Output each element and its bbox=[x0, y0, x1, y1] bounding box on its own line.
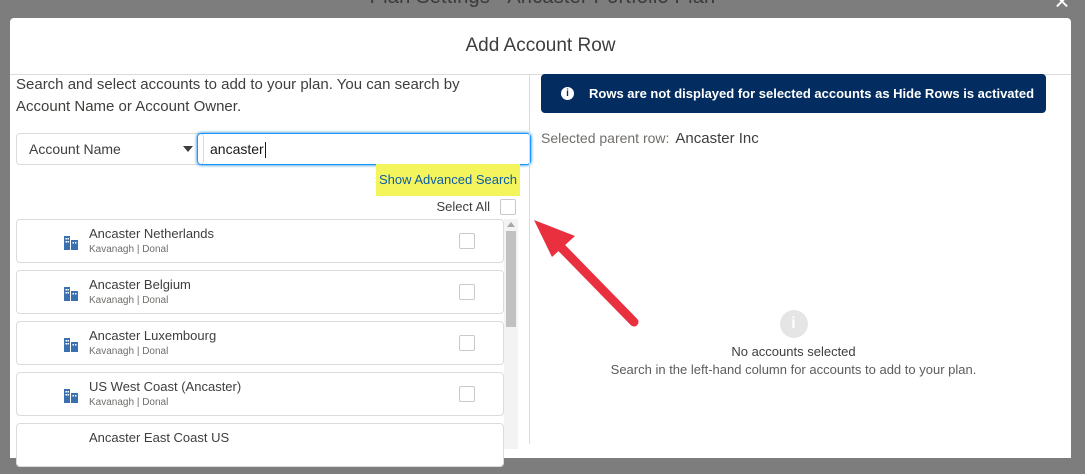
search-field-select-value: Account Name bbox=[29, 141, 121, 157]
parent-row-value: Ancaster Inc bbox=[675, 130, 759, 147]
account-owner: Kavanagh | Donal bbox=[89, 295, 169, 306]
list-item[interactable]: Ancaster Belgium Kavanagh | Donal bbox=[16, 270, 504, 314]
search-input-value: ancaster bbox=[210, 141, 264, 157]
account-building-icon bbox=[64, 389, 78, 403]
list-item[interactable]: US West Coast (Ancaster) Kavanagh | Dona… bbox=[16, 372, 504, 416]
account-checkbox[interactable] bbox=[459, 284, 475, 300]
empty-state-title: No accounts selected bbox=[731, 344, 856, 359]
search-field-select[interactable]: Account Name bbox=[16, 133, 204, 165]
show-advanced-search-link[interactable]: Show Advanced Search bbox=[376, 164, 520, 196]
background-modal-title: Plan Settings - Ancaster Portfolio Plan bbox=[0, 0, 1085, 9]
account-name: Ancaster East Coast US bbox=[89, 430, 230, 445]
selection-column: i Rows are not displayed for selected ac… bbox=[541, 74, 1046, 444]
modal-title: Add Account Row bbox=[10, 18, 1071, 75]
search-column: Search and select accounts to add to you… bbox=[16, 74, 531, 467]
info-icon: i bbox=[561, 87, 574, 100]
account-owner: Kavanagh | Donal bbox=[89, 346, 169, 357]
account-checkbox[interactable] bbox=[459, 335, 475, 351]
hide-rows-banner: i Rows are not displayed for selected ac… bbox=[541, 74, 1046, 113]
list-item[interactable]: Ancaster Netherlands Kavanagh | Donal bbox=[16, 219, 504, 263]
text-cursor bbox=[264, 142, 266, 159]
select-all-checkbox[interactable] bbox=[500, 199, 516, 215]
list-item[interactable]: Ancaster East Coast US bbox=[16, 423, 504, 467]
account-building-icon bbox=[64, 338, 78, 352]
account-results-list: Ancaster Netherlands Kavanagh | Donal An… bbox=[16, 219, 504, 474]
account-building-icon bbox=[64, 287, 78, 301]
selected-parent-row: Selected parent row: Ancaster Inc bbox=[541, 130, 759, 147]
account-name: Ancaster Belgium bbox=[89, 277, 191, 292]
results-scrollbar[interactable] bbox=[504, 219, 518, 449]
search-row: Account Name ancaster bbox=[16, 133, 531, 165]
parent-row-label: Selected parent row: bbox=[541, 130, 670, 146]
account-owner: Kavanagh | Donal bbox=[89, 397, 169, 408]
select-all-label: Select All bbox=[436, 199, 490, 214]
account-owner: Kavanagh | Donal bbox=[89, 244, 169, 255]
account-building-icon bbox=[64, 236, 78, 250]
account-name: US West Coast (Ancaster) bbox=[89, 379, 242, 394]
close-icon[interactable]: × bbox=[1049, 0, 1075, 14]
account-name: Ancaster Netherlands bbox=[89, 226, 215, 241]
chevron-down-icon bbox=[183, 146, 193, 152]
account-name: Ancaster Luxembourg bbox=[89, 328, 217, 343]
column-divider bbox=[529, 74, 530, 444]
account-checkbox[interactable] bbox=[459, 386, 475, 402]
banner-text: Rows are not displayed for selected acco… bbox=[589, 86, 1035, 101]
scrollbar-thumb[interactable] bbox=[506, 231, 516, 327]
select-all-row: Select All bbox=[356, 196, 520, 218]
list-item[interactable]: Ancaster Luxembourg Kavanagh | Donal bbox=[16, 321, 504, 365]
empty-state-hint: Search in the left-hand column for accou… bbox=[610, 362, 977, 377]
info-icon: i bbox=[779, 310, 808, 338]
search-input[interactable]: ancaster bbox=[197, 133, 531, 165]
empty-state: i No accounts selected Search in the lef… bbox=[541, 310, 1046, 380]
search-instructions: Search and select accounts to add to you… bbox=[16, 76, 460, 115]
scroll-up-icon[interactable] bbox=[507, 222, 515, 227]
account-checkbox[interactable] bbox=[459, 233, 475, 249]
